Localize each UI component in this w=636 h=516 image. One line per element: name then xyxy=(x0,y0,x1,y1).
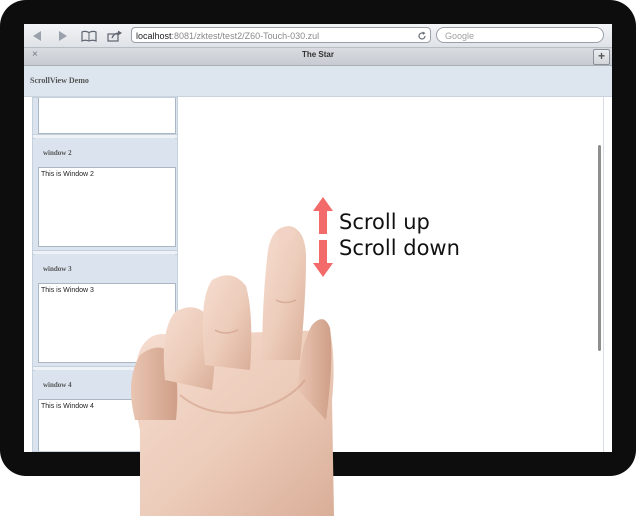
share-icon[interactable] xyxy=(106,27,124,44)
page-title: ScrollView Demo xyxy=(30,76,89,85)
window-body-text: This is Window 2 xyxy=(41,171,94,178)
window-body: This is Window 4 xyxy=(38,399,176,451)
up-arrow-icon xyxy=(313,197,333,234)
content-edge xyxy=(603,97,604,452)
tab-title[interactable]: The Star xyxy=(24,50,612,59)
search-placeholder: Google xyxy=(445,31,475,41)
window-title: window 2 xyxy=(43,149,72,157)
reload-icon[interactable] xyxy=(417,28,427,42)
stage: localhost:8081/zktest/test2/Z60-Touch-03… xyxy=(0,0,636,516)
scroll-down-label: Scroll down xyxy=(339,236,460,260)
window-body xyxy=(38,98,176,134)
window-body: This is Window 3 xyxy=(38,283,176,363)
down-arrow-icon xyxy=(313,240,333,277)
tab-bar: × The Star + xyxy=(24,48,612,66)
browser-toolbar: localhost:8081/zktest/test2/Z60-Touch-03… xyxy=(24,24,612,48)
page-header: ScrollView Demo xyxy=(24,66,612,97)
window-panel: window 2 This is Window 2 xyxy=(35,138,176,250)
scroll-view[interactable]: window 2 This is Window 2 window 3 This … xyxy=(32,97,178,452)
url-host: localhost xyxy=(136,31,172,41)
window-title: window 4 xyxy=(43,381,72,389)
tablet-screen: localhost:8081/zktest/test2/Z60-Touch-03… xyxy=(24,24,612,452)
vertical-scrollbar[interactable] xyxy=(598,145,601,351)
window-panel xyxy=(35,98,176,134)
book-icon[interactable] xyxy=(80,27,98,44)
search-input[interactable]: Google xyxy=(436,27,604,43)
scroll-up-label: Scroll up xyxy=(339,210,430,234)
forward-arrow-icon[interactable] xyxy=(54,27,72,44)
window-title: window 3 xyxy=(43,265,72,273)
window-body: This is Window 2 xyxy=(38,167,176,247)
window-panel: window 3 This is Window 3 xyxy=(35,254,176,366)
window-panel: window 4 This is Window 4 xyxy=(35,370,176,451)
url-path: :8081/zktest/test2/Z60-Touch-030.zul xyxy=(171,31,320,41)
window-body-text: This is Window 3 xyxy=(41,287,94,294)
back-arrow-icon[interactable] xyxy=(28,27,46,44)
new-tab-button[interactable]: + xyxy=(593,49,610,65)
url-field[interactable]: localhost:8081/zktest/test2/Z60-Touch-03… xyxy=(131,27,431,43)
window-body-text: This is Window 4 xyxy=(41,403,94,410)
